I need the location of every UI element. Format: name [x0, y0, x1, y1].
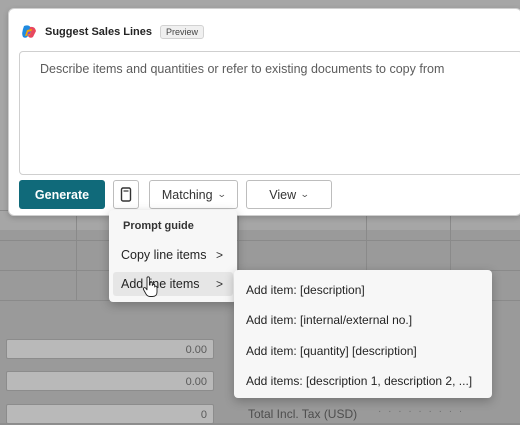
prompt-input[interactable] [20, 52, 520, 174]
submenu-item-add-items-multiple[interactable]: Add items: [description 1, description 2… [246, 374, 472, 388]
background-total-label: Total Incl. Tax (USD) [248, 407, 358, 421]
view-label: View [269, 187, 297, 202]
prompt-box [19, 51, 520, 175]
background-amount-field-3: 0 [6, 404, 214, 424]
chevron-right-icon: > [215, 248, 223, 262]
menu-item-label: Add line items [121, 277, 200, 291]
prompt-guide-menu: Prompt guide Copy line items > Add line … [109, 210, 237, 302]
hand-cursor-icon [142, 276, 158, 297]
view-dropdown[interactable]: View ⌄ [246, 180, 332, 209]
panel-title: Suggest Sales Lines [45, 26, 152, 38]
chevron-down-icon: ⌄ [216, 189, 227, 199]
submenu-item-add-item-number[interactable]: Add item: [internal/external no.] [246, 313, 412, 327]
menu-item-label: Copy line items [121, 248, 207, 262]
copilot-logo-icon [21, 24, 37, 40]
preview-badge: Preview [159, 25, 204, 39]
panel-header: Suggest Sales Lines Preview [21, 23, 204, 41]
submenu-item-add-item-description[interactable]: Add item: [description] [246, 283, 365, 297]
prompt-guide-icon [120, 187, 132, 202]
suggest-sales-lines-panel: Suggest Sales Lines Preview Generate Mat… [8, 8, 520, 216]
prompt-guide-header: Prompt guide [123, 220, 194, 232]
background-leader-dots: · · · · · · · · · [378, 406, 465, 417]
chevron-down-icon: ⌄ [300, 189, 310, 199]
add-line-items-submenu: Add item: [description] Add item: [inter… [234, 270, 492, 398]
menu-item-add-line-items[interactable]: Add line items > [113, 272, 233, 296]
generate-button[interactable]: Generate [19, 180, 105, 209]
prompt-guide-button[interactable] [113, 180, 139, 209]
matching-label: Matching [161, 187, 213, 202]
background-amount-field-2: 0.00 [6, 371, 214, 391]
chevron-right-icon: > [215, 277, 223, 291]
menu-item-copy-line-items[interactable]: Copy line items > [113, 243, 233, 267]
background-amount-field-1: 0.00 [6, 339, 214, 359]
submenu-item-add-item-quantity[interactable]: Add item: [quantity] [description] [246, 344, 417, 358]
matching-dropdown[interactable]: Matching ⌄ [149, 180, 238, 209]
